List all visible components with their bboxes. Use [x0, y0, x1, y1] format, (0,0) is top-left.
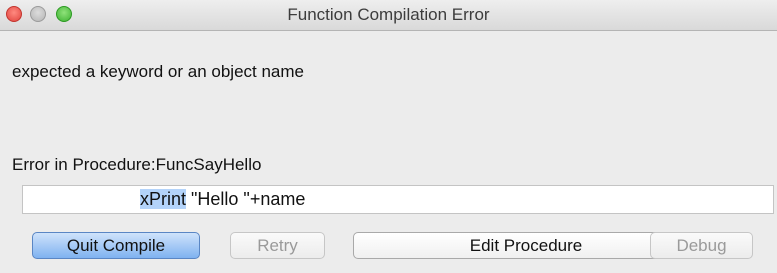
highlighted-token: xPrint: [140, 189, 187, 209]
code-line-field[interactable]: xPrint "Hello "+name: [22, 185, 774, 214]
quit-compile-button[interactable]: Quit Compile: [32, 232, 200, 259]
error-location-label: Error in Procedure:FuncSayHello: [12, 155, 262, 174]
error-message: expected a keyword or an object name: [12, 62, 305, 81]
error-dialog: Function Compilation Error expected a ke…: [0, 0, 777, 273]
retry-button[interactable]: Retry: [230, 232, 325, 259]
code-line-rest: "Hello "+name: [186, 189, 306, 209]
title-bar: Function Compilation Error: [0, 0, 777, 31]
edit-procedure-button[interactable]: Edit Procedure: [353, 232, 699, 259]
debug-button[interactable]: Debug: [650, 232, 753, 259]
window-title: Function Compilation Error: [287, 5, 490, 24]
